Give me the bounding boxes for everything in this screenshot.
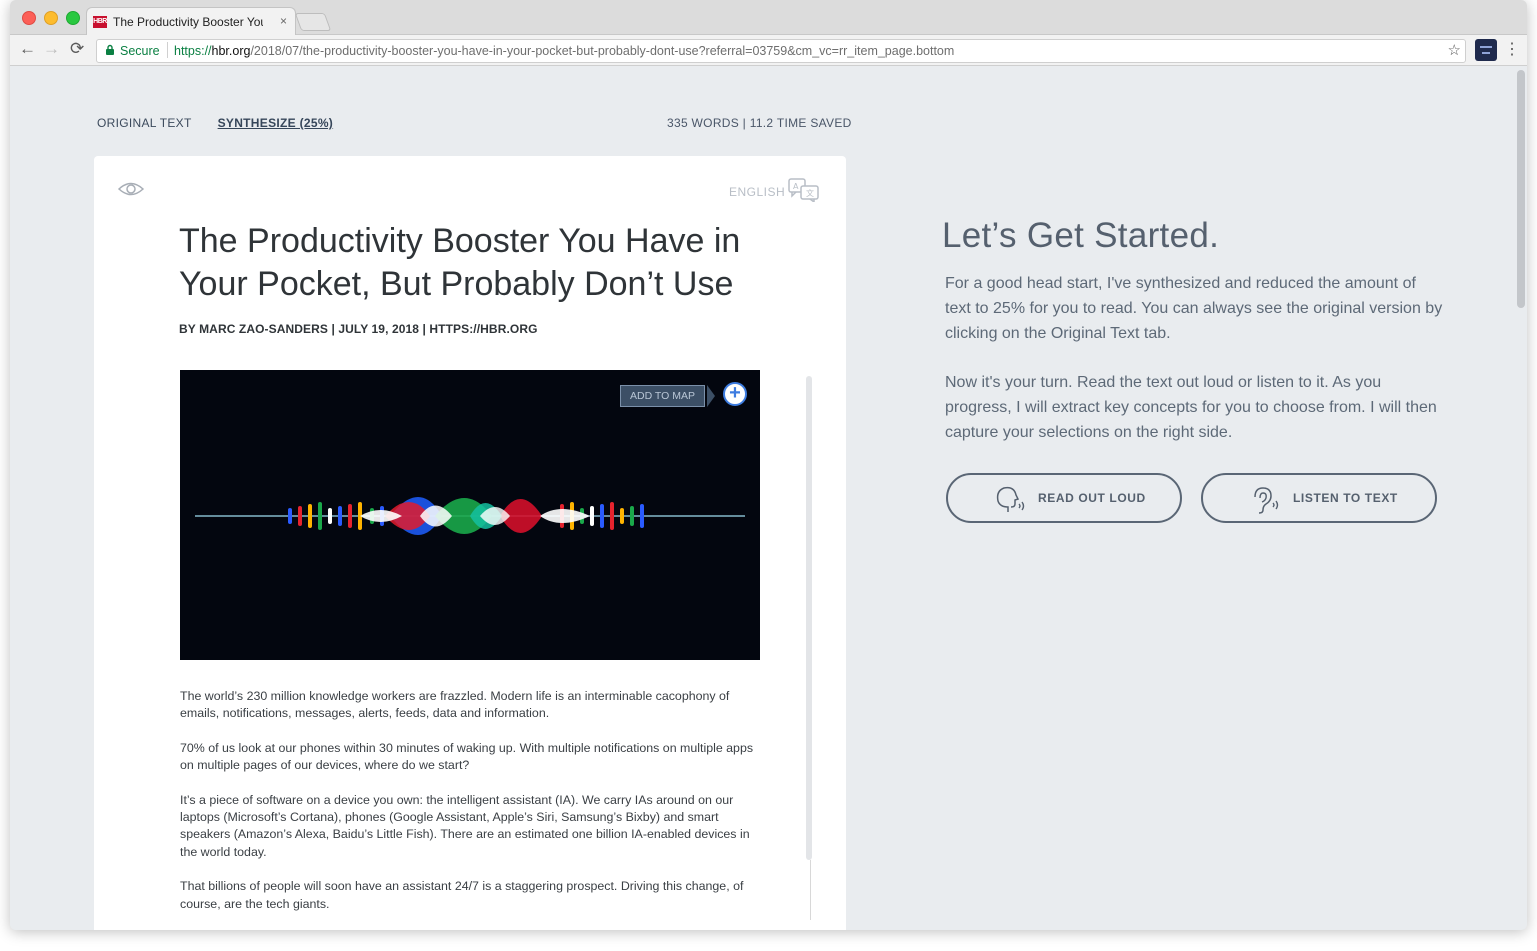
maximize-window-icon[interactable] [66,11,80,25]
browser-window: HBR The Productivity Booster You H × ← →… [10,0,1527,930]
reload-icon[interactable]: ⟳ [70,39,84,59]
window-controls [22,11,80,25]
svg-text:文: 文 [806,188,814,198]
url-host: hbr.org [211,44,251,58]
view-tabs: ORIGINAL TEXT SYNTHESIZE (25%) [97,116,333,130]
article-body: The world’s 230 million knowledge worker… [180,688,760,930]
article-title: The Productivity Booster You Have in You… [179,222,741,303]
panel-title: Let’s Get Started. [942,216,1220,255]
ear-icon [1254,487,1279,514]
article-scrollbar[interactable] [806,376,812,860]
wave-bar [338,506,342,526]
sound-wave-graphic [195,497,745,535]
wave-bar [610,502,614,530]
panel-text-2: Now it's your turn. Read the text out lo… [945,374,1437,441]
listen-to-text-label: LISTEN TO TEXT [1293,491,1398,505]
wave-bar [298,506,302,526]
new-tab-button[interactable] [294,13,332,31]
wave-bar [318,502,322,530]
hbr-favicon-icon: HBR [93,16,107,28]
wave-bar [348,504,352,528]
url-text[interactable]: https://hbr.org/2018/07/the-productivity… [174,44,954,58]
read-out-loud-label: READ OUT LOUD [1038,491,1146,505]
menu-icon[interactable]: ⋮ [1504,39,1520,59]
add-to-map-plus-button[interactable]: + [723,382,747,406]
url-separator [167,42,168,58]
add-to-map-label[interactable]: ADD TO MAP [620,385,705,407]
eye-icon[interactable] [117,180,145,198]
scroll-track-line [810,860,811,920]
tab-title: The Productivity Booster You H [113,15,263,29]
wave-bar [620,508,624,524]
wave-bar [640,504,644,528]
word-stats: 335 WORDS | 11.2 TIME SAVED [667,116,852,130]
panel-instructions: For a good head start, I've synthesized … [945,271,1445,469]
lock-icon [106,44,114,55]
article-card: ENGLISH A 文 The Productivity Booster You… [94,156,846,930]
close-window-icon[interactable] [22,11,36,25]
add-to-map-arrow [707,385,715,407]
read-out-loud-button[interactable]: READ OUT LOUD [946,473,1182,523]
article-paragraph: 70% of us look at our phones within 30 m… [180,740,754,773]
wave-bar [308,504,312,528]
page-scrollbar[interactable] [1517,70,1525,308]
language-label[interactable]: ENGLISH [729,185,785,199]
svg-text:A: A [793,182,799,191]
wave-bar [590,506,594,526]
wave-bar [288,508,292,524]
tab-synthesize[interactable]: SYNTHESIZE (25%) [218,116,334,130]
address-bar[interactable]: Secure https://hbr.org/2018/07/the-produ… [96,39,1466,63]
wave-bar [600,504,604,528]
minimize-window-icon[interactable] [44,11,58,25]
panel-text-1: For a good head start, I've synthesized … [945,275,1443,342]
extension-icon[interactable] [1475,39,1497,61]
browser-tab[interactable]: HBR The Productivity Booster You H × [86,7,296,36]
article-byline: BY MARC ZAO-SANDERS | JULY 19, 2018 | HT… [179,322,538,336]
page-content: ORIGINAL TEXT SYNTHESIZE (25%) 335 WORDS… [10,66,1527,930]
wave-bar [328,508,332,524]
star-icon[interactable]: ☆ [1448,41,1461,59]
article-paragraph: That billions of people will soon have a… [180,879,744,911]
forward-icon[interactable]: → [43,39,60,59]
translate-icon[interactable]: A 文 [788,178,820,202]
tab-bar: HBR The Productivity Booster You H × [10,0,1527,36]
secure-label: Secure [120,44,160,58]
listen-to-text-button[interactable]: LISTEN TO TEXT [1201,473,1437,523]
article-paragraph: The world’s 230 million knowledge worker… [180,689,730,721]
wave-bar [630,506,634,526]
speaking-head-icon [996,486,1025,512]
tab-original-text[interactable]: ORIGINAL TEXT [97,116,192,130]
url-scheme: https:// [174,44,212,58]
url-path: /2018/07/the-productivity-booster-you-ha… [250,44,955,58]
hero-image: ADD TO MAP + [180,370,760,660]
browser-toolbar: ← → ⟳ Secure https://hbr.org/2018/07/the… [10,35,1527,66]
article-paragraph: It’s a piece of software on a device you… [180,792,750,859]
back-icon[interactable]: ← [19,39,36,59]
tab-close-icon[interactable]: × [280,14,287,28]
